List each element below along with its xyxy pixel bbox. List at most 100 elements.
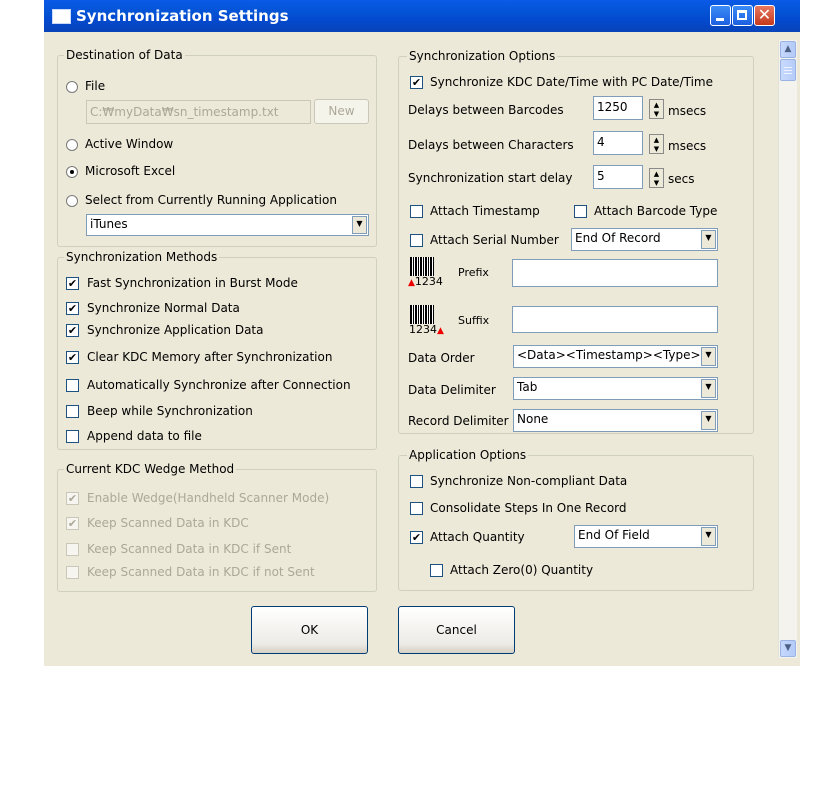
scroll-down-button[interactable]: ▼ — [780, 640, 796, 657]
app-options-legend: Application Options — [407, 448, 529, 462]
spin-down-icon[interactable]: ▼ — [650, 110, 663, 119]
attach-serial-checkbox[interactable] — [410, 234, 423, 247]
wedge-label: Enable Wedge(Handheld Scanner Mode) — [87, 491, 330, 505]
spin-down-icon[interactable]: ▼ — [650, 179, 663, 188]
data-order-select[interactable]: <Data><Timestamp><Type> ▼ — [513, 345, 718, 368]
microsoft-excel-label: Microsoft Excel — [85, 164, 176, 178]
start-delay-spinner[interactable]: ▲ ▼ — [649, 168, 664, 188]
delay-chars-label: Delays between Characters — [408, 138, 574, 152]
suffix-field[interactable] — [512, 306, 718, 333]
prefix-label: Prefix — [458, 266, 489, 279]
attach-timestamp-label: Attach Timestamp — [430, 204, 540, 218]
running-app-value: iTunes — [90, 217, 128, 231]
noncompliant-checkbox[interactable] — [410, 475, 423, 488]
wedge-label: Keep Scanned Data in KDC — [87, 516, 249, 530]
method-label: Beep while Synchronization — [87, 404, 253, 418]
method-label: Append data to file — [87, 429, 202, 443]
options-legend: Synchronization Options — [407, 49, 558, 63]
data-delimiter-value: Tab — [517, 380, 538, 394]
minimize-icon — [716, 18, 724, 21]
method-checkbox[interactable]: ✔ — [66, 351, 79, 364]
start-delay-field[interactable]: 5 — [593, 165, 643, 189]
secs-unit-label: secs — [668, 172, 695, 186]
delay-barcodes-spinner[interactable]: ▲ ▼ — [649, 99, 664, 119]
wedge-label: Keep Scanned Data in KDC if Sent — [87, 542, 292, 556]
active-window-radio[interactable] — [66, 139, 78, 151]
method-checkbox[interactable]: ✔ — [66, 277, 79, 290]
method-checkbox[interactable]: ✔ — [66, 324, 79, 337]
serial-position-select[interactable]: End Of Record ▼ — [571, 228, 718, 251]
wedge-checkbox[interactable] — [66, 566, 79, 579]
running-app-radio[interactable] — [66, 195, 78, 207]
chevron-down-icon[interactable]: ▼ — [701, 527, 716, 546]
chevron-down-icon[interactable]: ▼ — [701, 230, 716, 249]
attach-barcode-type-label: Attach Barcode Type — [594, 204, 718, 218]
attach-barcode-type-checkbox[interactable] — [574, 205, 587, 218]
window-app-icon — [52, 9, 71, 24]
chevron-down-icon[interactable]: ▼ — [701, 379, 716, 398]
serial-position-value: End Of Record — [575, 231, 661, 245]
method-checkbox[interactable] — [66, 430, 79, 443]
maximize-button[interactable] — [732, 5, 753, 26]
noncompliant-label: Synchronize Non-compliant Data — [430, 474, 628, 488]
wedge-checkbox[interactable]: ✔ — [66, 517, 79, 530]
suffix-label: Suffix — [458, 314, 490, 327]
sync-datetime-checkbox[interactable]: ✔ — [410, 76, 423, 89]
title-bar[interactable]: Synchronization Settings ✕ — [44, 0, 800, 32]
quantity-position-select[interactable]: End Of Field ▼ — [574, 525, 718, 548]
chevron-down-icon[interactable]: ▼ — [701, 411, 716, 430]
wedge-label: Keep Scanned Data in KDC if not Sent — [87, 565, 315, 579]
wedge-checkbox[interactable]: ✔ — [66, 492, 79, 505]
data-order-label: Data Order — [408, 351, 475, 365]
record-delimiter-select[interactable]: None ▼ — [513, 409, 718, 432]
spin-down-icon[interactable]: ▼ — [650, 145, 663, 154]
delay-barcodes-field[interactable]: 1250 — [593, 96, 643, 120]
suffix-barcode-number: 1234 — [409, 323, 437, 336]
delay-chars-field[interactable]: 4 — [593, 131, 643, 155]
running-app-select[interactable]: iTunes ▼ — [86, 214, 369, 236]
quantity-position-value: End Of Field — [578, 528, 650, 542]
suffix-barcode-icon: 1234▲ — [408, 305, 444, 336]
chevron-down-icon[interactable]: ▼ — [701, 347, 716, 366]
method-checkbox[interactable] — [66, 405, 79, 418]
wedge-checkbox[interactable] — [66, 543, 79, 556]
attach-serial-label: Attach Serial Number — [430, 233, 559, 247]
maximize-icon — [737, 10, 747, 20]
file-radio[interactable] — [66, 81, 78, 93]
spin-up-icon[interactable]: ▲ — [650, 101, 663, 110]
close-button[interactable]: ✕ — [754, 5, 775, 26]
spin-up-icon[interactable]: ▲ — [650, 170, 663, 179]
zero-quantity-checkbox[interactable] — [430, 564, 443, 577]
method-label: Fast Synchronization in Burst Mode — [87, 276, 298, 290]
consolidate-checkbox[interactable] — [410, 502, 423, 515]
window-title: Synchronization Settings — [76, 7, 289, 25]
method-label: Clear KDC Memory after Synchronization — [87, 350, 333, 364]
scroll-up-button[interactable]: ▲ — [780, 41, 796, 58]
msecs-unit-label: msecs — [668, 104, 707, 118]
vertical-scrollbar[interactable]: ▲ ▼ — [778, 40, 797, 658]
spin-up-icon[interactable]: ▲ — [650, 136, 663, 145]
prefix-barcode-icon: ▲1234 — [408, 257, 443, 288]
prefix-field[interactable] — [512, 259, 718, 287]
method-checkbox[interactable]: ✔ — [66, 302, 79, 315]
attach-quantity-checkbox[interactable]: ✔ — [410, 531, 423, 544]
microsoft-excel-radio[interactable] — [66, 166, 78, 178]
method-label: Synchronize Normal Data — [87, 301, 240, 315]
method-label: Automatically Synchronize after Connecti… — [87, 378, 351, 392]
minimize-button[interactable] — [710, 5, 731, 26]
zero-quantity-label: Attach Zero(0) Quantity — [450, 563, 594, 577]
scroll-thumb[interactable] — [780, 59, 796, 81]
delay-chars-spinner[interactable]: ▲ ▼ — [649, 134, 664, 154]
record-delimiter-label: Record Delimiter — [408, 414, 509, 428]
start-delay-label: Synchronization start delay — [408, 171, 573, 185]
method-checkbox[interactable] — [66, 379, 79, 392]
file-path-field[interactable]: C:₩myData₩sn_timestamp.txt — [86, 100, 311, 124]
cancel-button[interactable]: Cancel — [398, 606, 515, 654]
ok-button[interactable]: OK — [251, 606, 368, 654]
active-window-label: Active Window — [85, 137, 174, 151]
wedge-legend: Current KDC Wedge Method — [64, 462, 237, 476]
chevron-down-icon[interactable]: ▼ — [352, 216, 367, 234]
new-file-button[interactable]: New — [314, 99, 369, 124]
attach-timestamp-checkbox[interactable] — [410, 205, 423, 218]
data-delimiter-select[interactable]: Tab ▼ — [513, 377, 718, 400]
